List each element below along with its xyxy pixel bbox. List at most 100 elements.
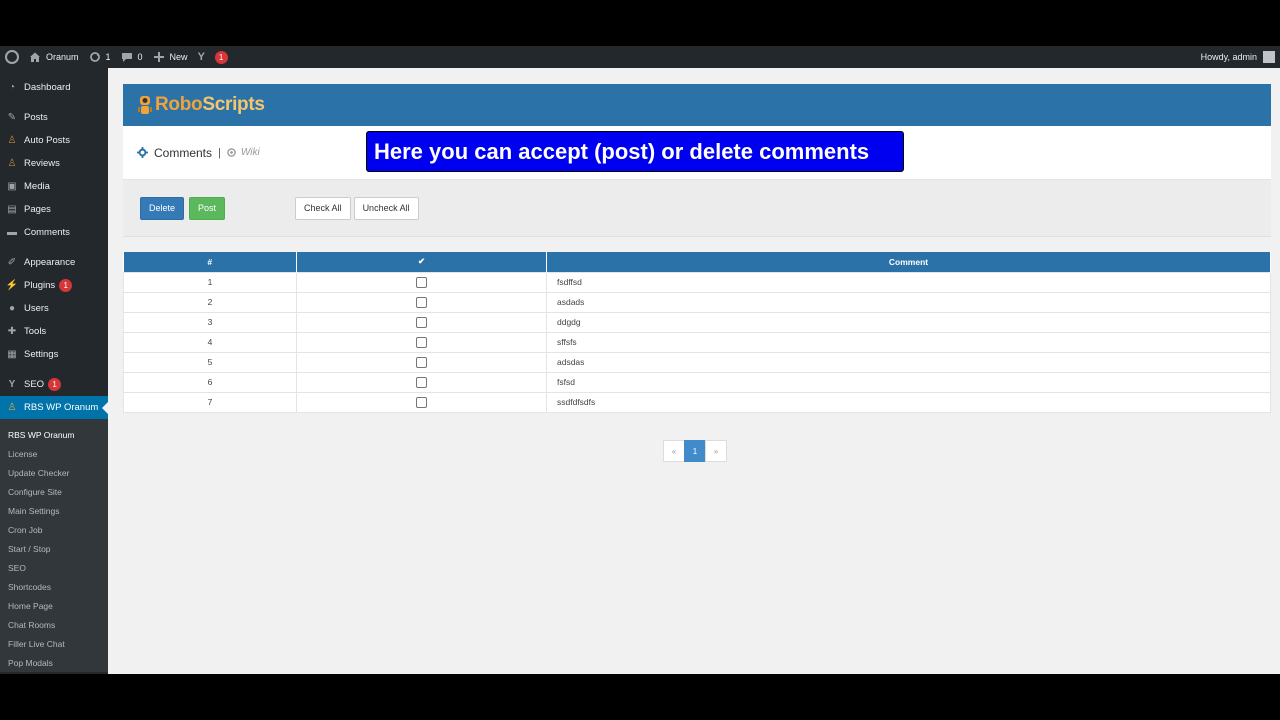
updates-link[interactable]: 1 [84, 46, 116, 68]
yoast-seo-link[interactable]: Y 1 [193, 46, 233, 68]
submenu-item-home-page[interactable]: Home Page [0, 596, 108, 615]
sidebar-item-label: Settings [24, 349, 59, 360]
plugins-update-badge: 1 [59, 279, 73, 292]
submenu-item-main-settings[interactable]: Main Settings [0, 501, 108, 520]
admin-bar: Oranum 1 0 New Y 1 Howdy, admin [0, 46, 1280, 68]
sidebar-item-label: Auto Posts [24, 135, 70, 146]
sidebar-item-label: Comments [24, 227, 70, 238]
my-account-link[interactable]: Howdy, admin [1196, 46, 1280, 68]
sidebar-item-label: Pages [24, 204, 51, 215]
row-number: 3 [123, 311, 297, 333]
sidebar-item-dashboard[interactable]: ◔ Dashboard [0, 76, 108, 99]
sidebar-item-appearance[interactable]: ✐ Appearance [0, 251, 108, 274]
submenu-item-license[interactable]: License [0, 444, 108, 463]
sidebar-item-seo[interactable]: Y SEO 1 [0, 373, 108, 396]
table-row: 7 ssdfdfsdfs [123, 391, 1271, 413]
row-comment: ssdfdfsdfs [546, 391, 1271, 413]
row-checkbox[interactable] [416, 356, 427, 368]
howdy-text: Howdy, admin [1200, 52, 1257, 62]
table-row: 3 ddgdg [123, 311, 1271, 333]
site-name: Oranum [46, 52, 79, 62]
row-checkbox[interactable] [416, 316, 427, 328]
delete-button[interactable]: Delete [140, 196, 185, 220]
pagination-page-current[interactable]: 1 [684, 440, 706, 462]
brand-header: RoboScripts [123, 84, 1271, 126]
check-all-button[interactable]: Check All [295, 196, 351, 220]
row-checkbox[interactable] [416, 376, 427, 388]
row-checkbox[interactable] [416, 276, 427, 288]
row-checkbox-cell [296, 351, 547, 373]
logo-text-scripts: Scripts [202, 94, 265, 115]
sidebar-item-pages[interactable]: ▤ Pages [0, 198, 108, 221]
sidebar-item-label: RBS WP Oranum [24, 402, 99, 413]
sidebar-item-label: Plugins [24, 280, 56, 291]
submenu-item-shortcodes[interactable]: Shortcodes [0, 577, 108, 596]
pagination-next[interactable]: » [705, 440, 727, 462]
row-comment: sffsfs [546, 331, 1271, 353]
table-row: 2 asdads [123, 291, 1271, 313]
comment-icon: ▬ [7, 227, 17, 238]
row-number: 2 [123, 291, 297, 313]
new-label: New [169, 52, 188, 62]
avatar [1263, 51, 1275, 63]
submenu-item-pop-modals[interactable]: Pop Modals [0, 653, 108, 672]
row-checkbox-cell [296, 391, 547, 413]
wiki-link[interactable]: Wiki [227, 147, 260, 158]
pagination-prev[interactable]: « [663, 440, 685, 462]
submenu-item-cron-job[interactable]: Cron Job [0, 520, 108, 539]
action-bar: Delete Post Check All Uncheck All [123, 180, 1271, 237]
sidebar-item-users[interactable]: ● Users [0, 297, 108, 320]
gear-icon [137, 147, 148, 158]
sidebar-item-label: Posts [24, 112, 48, 123]
row-checkbox-cell [296, 331, 547, 353]
table-row: 1 fsdffsd [123, 271, 1271, 293]
sidebar-item-media[interactable]: ▣ Media [0, 175, 108, 198]
uncheck-all-button[interactable]: Uncheck All [353, 196, 419, 220]
seo-badge: 1 [48, 378, 62, 391]
rbs-submenu: RBS WP Oranum License Update Checker Con… [0, 419, 108, 672]
sidebar-item-comments[interactable]: ▬ Comments [0, 221, 108, 244]
submenu-item-configure-site[interactable]: Configure Site [0, 482, 108, 501]
main-content: RoboScripts Comments | Wiki Here you can… [123, 84, 1271, 462]
submenu-item-rbs-wp-oranum[interactable]: RBS WP Oranum [0, 425, 108, 444]
brush-icon: ✐ [7, 257, 17, 268]
row-checkbox-cell [296, 311, 547, 333]
submenu-item-start-stop[interactable]: Start / Stop [0, 539, 108, 558]
row-checkbox[interactable] [416, 296, 427, 308]
sidebar-item-tools[interactable]: ✚ Tools [0, 320, 108, 343]
header-comment: Comment [546, 252, 1271, 272]
wordpress-logo-icon[interactable] [0, 46, 24, 68]
sidebar-item-rbs-wp-oranum[interactable]: ♙ RBS WP Oranum [0, 396, 108, 419]
sidebar-item-reviews[interactable]: ♙ Reviews [0, 152, 108, 175]
site-name-link[interactable]: Oranum [24, 46, 84, 68]
row-checkbox-cell [296, 291, 547, 313]
sidebar-item-posts[interactable]: ✎ Posts [0, 106, 108, 129]
sidebar-item-settings[interactable]: ▦ Settings [0, 343, 108, 366]
page-title: Comments [154, 145, 213, 160]
sidebar-item-auto-posts[interactable]: ♙ Auto Posts [0, 129, 108, 152]
row-checkbox[interactable] [416, 396, 427, 408]
wrench-icon: ✚ [7, 326, 17, 337]
submenu-item-update-checker[interactable]: Update Checker [0, 463, 108, 482]
sidebar-item-label: Dashboard [24, 82, 71, 93]
home-icon [29, 51, 41, 63]
seo-notification-badge: 1 [214, 50, 228, 64]
sidebar-item-plugins[interactable]: ⚡ Plugins 1 [0, 274, 108, 297]
row-comment: asdads [546, 291, 1271, 313]
robot-icon: ♙ [7, 135, 17, 146]
admin-sidebar: ◔ Dashboard ✎ Posts ♙ Auto Posts ♙ Reviews ▣… [0, 68, 108, 674]
new-content-link[interactable]: New [148, 46, 193, 68]
submenu-item-chat-rooms[interactable]: Chat Rooms [0, 615, 108, 634]
yoast-icon: Y [8, 379, 16, 390]
submenu-item-seo[interactable]: SEO [0, 558, 108, 577]
roboscripts-logo: RoboScripts [155, 94, 265, 116]
row-checkbox[interactable] [416, 336, 427, 348]
post-button[interactable]: Post [189, 196, 226, 220]
row-number: 1 [123, 271, 297, 293]
row-number: 5 [123, 351, 297, 373]
submenu-item-filler-live-chat[interactable]: Filler Live Chat [0, 634, 108, 653]
table-header-row: # ✔ Comment [123, 252, 1271, 272]
comment-bubble-icon [121, 51, 133, 63]
comments-link[interactable]: 0 [116, 46, 148, 68]
row-comment: ddgdg [546, 311, 1271, 333]
